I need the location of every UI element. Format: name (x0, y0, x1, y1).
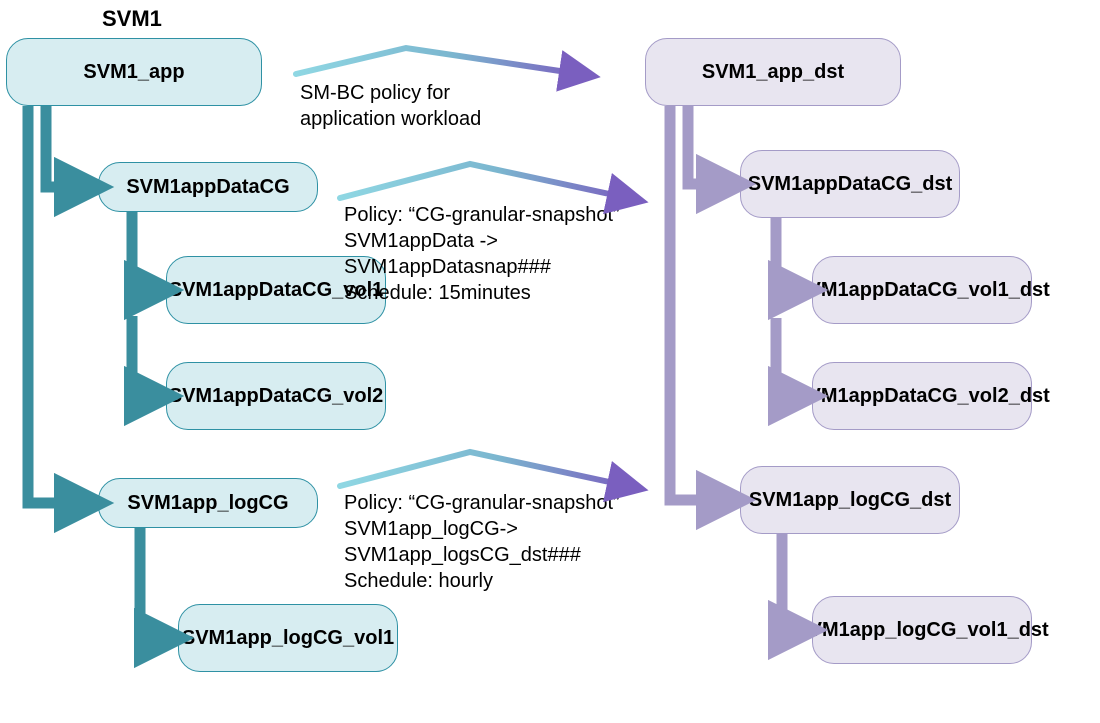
elbow-src-root-datacg (46, 106, 84, 187)
node-svm1-app-dst: SVM1_app_dst (645, 38, 901, 106)
elbow-dst-root-logcg (670, 106, 726, 500)
node-svm1-data-vol1-dst: SVM1appDataCG_vol1_dst (812, 256, 1032, 324)
node-label: SVM1app_logCG_vol1_dst (795, 618, 1048, 642)
policy-line: SVM1app_logsCG_dst### (344, 542, 620, 568)
node-label: SVM1appDataCG_dst (748, 172, 953, 196)
node-svm1-data-cg-dst: SVM1appDataCG_dst (740, 150, 960, 218)
diagram-title: SVM1 (102, 6, 162, 32)
node-label: SVM1appDataCG (126, 175, 289, 199)
node-svm1-log-vol1-dst: SVM1app_logCG_vol1_dst (812, 596, 1032, 664)
node-label: SVM1appDataCG_vol2_dst (794, 384, 1050, 408)
policy-data-text: Policy: “CG-granular-snapshot” SVM1appDa… (344, 202, 620, 306)
elbow-src-vol1-vol2 (132, 316, 154, 396)
node-svm1-data-vol2-dst: SVM1appDataCG_vol2_dst (812, 362, 1032, 430)
node-label: SVM1_app (83, 60, 184, 84)
node-svm1-app: SVM1_app (6, 38, 262, 106)
node-svm1-data-cg: SVM1appDataCG (98, 162, 318, 212)
policy-line: Schedule: hourly (344, 568, 620, 594)
policy-line: SVM1appData -> (344, 228, 620, 254)
policy-line: Policy: “CG-granular-snapshot” (344, 490, 620, 516)
node-label: SVM1app_logCG (127, 491, 288, 515)
policy-line: SM-BC policy for (300, 80, 481, 106)
policy-arrow-app (296, 48, 580, 74)
node-label: SVM1app_logCG_vol1 (182, 626, 394, 650)
node-label: SVM1app_logCG_dst (749, 488, 951, 512)
node-label: SVM1_app_dst (702, 60, 844, 84)
policy-line: SVM1app_logCG-> (344, 516, 620, 542)
policy-app-text: SM-BC policy for application workload (300, 80, 481, 132)
node-svm1-log-cg-dst: SVM1app_logCG_dst (740, 466, 960, 534)
elbow-dst-root-datacg (688, 106, 726, 184)
node-label: SVM1appDataCG_vol1_dst (794, 278, 1050, 302)
elbow-dst-logcg-vol1 (782, 534, 798, 630)
policy-log-text: Policy: “CG-granular-snapshot” SVM1app_l… (344, 490, 620, 594)
policy-line: SVM1appDatasnap### (344, 254, 620, 280)
node-svm1-log-cg: SVM1app_logCG (98, 478, 318, 528)
elbow-src-root-logcg (28, 106, 84, 503)
policy-line: Policy: “CG-granular-snapshot” (344, 202, 620, 228)
node-svm1-log-vol1: SVM1app_logCG_vol1 (178, 604, 398, 672)
policy-arrow-data (340, 164, 628, 198)
policy-line: application workload (300, 106, 481, 132)
node-svm1-data-vol2: SVM1appDataCG_vol2 (166, 362, 386, 430)
elbow-src-datacg-vol1 (132, 212, 154, 290)
node-label: SVM1appDataCG_vol2 (169, 384, 384, 408)
policy-arrow-log (340, 452, 628, 486)
elbow-src-logcg-vol1 (140, 528, 164, 638)
policy-line: Schedule: 15minutes (344, 280, 620, 306)
